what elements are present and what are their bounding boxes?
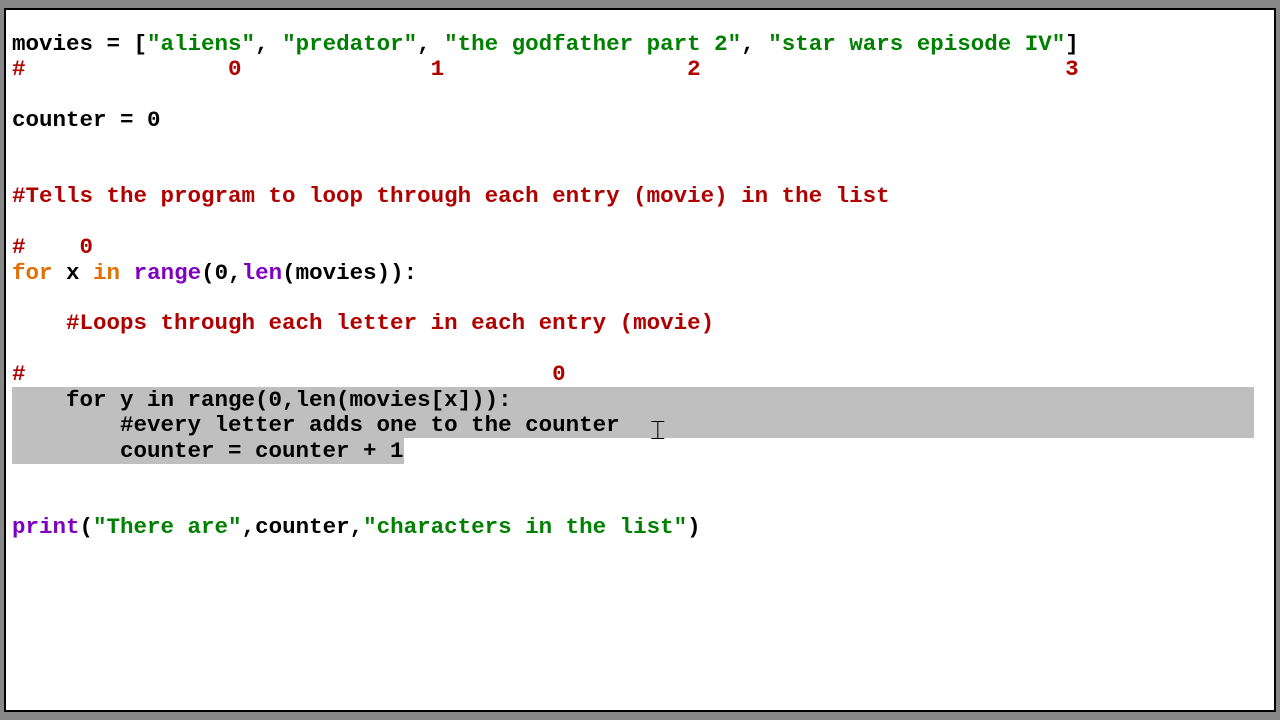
code-line-20: print("There are",counter,"characters in… xyxy=(12,514,701,540)
code-line-4: counter = 0 xyxy=(12,107,161,133)
code-line-10: for x in range(0,len(movies)): xyxy=(12,260,417,286)
selection-line-15[interactable]: for y in range(0,len(movies[x])): xyxy=(12,387,1254,413)
code-line-12: #Loops through each letter in each entry… xyxy=(12,310,714,336)
selection-line-17[interactable]: counter = counter + 1 xyxy=(12,438,404,464)
code-area[interactable]: movies = ["aliens", "predator", "the god… xyxy=(12,32,1268,704)
code-line-2: # 0 1 2 3 xyxy=(12,56,1079,82)
code-line-7: #Tells the program to loop through each … xyxy=(12,183,890,209)
editor-window: movies = ["aliens", "predator", "the god… xyxy=(4,8,1276,712)
code-line-14: # 0 xyxy=(12,361,566,387)
code-line-1: movies = ["aliens", "predator", "the god… xyxy=(12,32,1079,57)
code-line-9: # 0 xyxy=(12,234,93,260)
selection-line-16[interactable]: #every letter adds one to the counter xyxy=(12,412,1254,438)
